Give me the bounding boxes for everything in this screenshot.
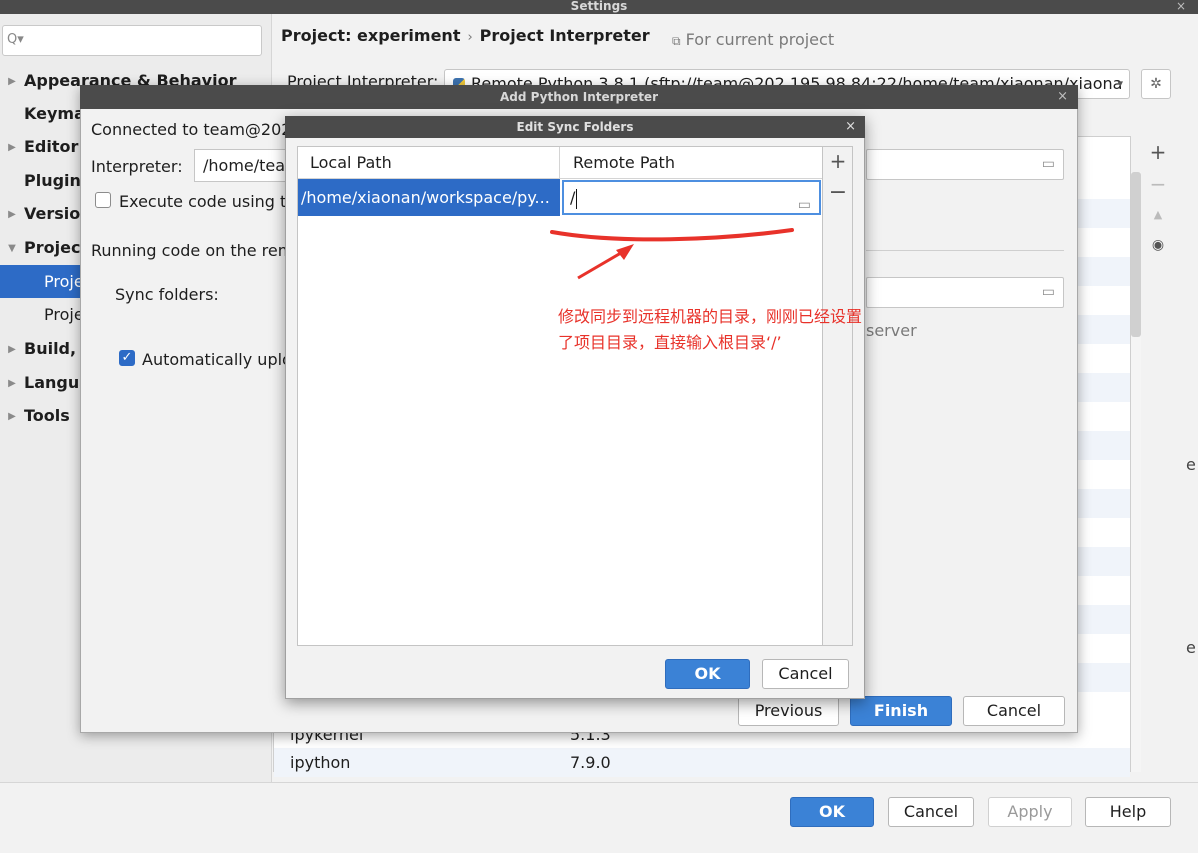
remove-icon[interactable]: −	[825, 180, 851, 205]
edit-sync-folders-titlebar: Edit Sync Folders ×	[285, 116, 865, 138]
sync-folders-field-end[interactable]: ▭	[866, 277, 1064, 308]
settings-help-button[interactable]: Help	[1085, 797, 1171, 827]
divider	[866, 250, 1064, 251]
settings-close-icon[interactable]: ×	[1176, 0, 1186, 13]
truncated-text: e	[1186, 638, 1196, 657]
annotation-marks	[550, 228, 794, 280]
chevron-right-icon: ▶	[8, 411, 16, 422]
interpreter-path-input[interactable]: /home/tea	[194, 149, 286, 182]
column-header-remote-path[interactable]: Remote Path	[560, 147, 822, 179]
settings-title: Settings	[570, 0, 628, 13]
settings-search-input[interactable]: Q▾	[2, 25, 262, 56]
settings-cancel-button[interactable]: Cancel	[888, 797, 974, 827]
breadcrumb: Project: experiment › Project Interpreter	[281, 26, 650, 45]
breadcrumb-project[interactable]: Project: experiment	[281, 26, 460, 45]
breadcrumb-separator: ›	[467, 30, 473, 45]
column-header-local-path[interactable]: Local Path	[298, 147, 560, 179]
sync-cancel-button[interactable]: Cancel	[762, 659, 849, 689]
annotation-underline	[550, 228, 794, 242]
remove-package-icon[interactable]: −	[1144, 172, 1172, 196]
settings-titlebar: Settings ×	[0, 0, 1198, 14]
connection-label: Connected to team@202	[91, 120, 292, 139]
search-icon: Q▾	[7, 32, 24, 47]
auto-upload-checkbox[interactable]: ✓	[119, 350, 135, 366]
upgrade-package-icon[interactable]: ▲	[1144, 208, 1172, 221]
package-scrollbar-thumb[interactable]	[1131, 172, 1141, 337]
package-name: ipython	[290, 753, 351, 772]
folder-icon[interactable]: ▭	[1042, 284, 1055, 300]
sync-ok-button[interactable]: OK	[665, 659, 750, 689]
package-version: 7.9.0	[570, 753, 611, 772]
settings-apply-button[interactable]: Apply	[988, 797, 1072, 827]
add-interpreter-cancel-button[interactable]: Cancel	[963, 696, 1065, 726]
add-icon[interactable]: +	[825, 149, 851, 173]
eye-icon[interactable]: ◉	[1144, 237, 1172, 253]
server-hint: server	[866, 321, 917, 340]
annotation-text: 修改同步到远程机器的目录，刚刚已经设置了项目目录，直接输入根目录‘/’	[558, 307, 863, 352]
package-toolbar: + − ▲ ◉	[1144, 136, 1172, 406]
sync-folders-label: Sync folders:	[115, 285, 219, 304]
running-code-label: Running code on the rem	[91, 241, 294, 260]
remote-path-value: /	[570, 188, 576, 207]
settings-footer: OK Cancel Apply Help	[0, 782, 1198, 853]
interpreter-label: Interpreter:	[91, 157, 183, 176]
folder-icon[interactable]: ▭	[1042, 156, 1055, 172]
remote-path-input[interactable]: / ▭	[562, 180, 821, 215]
add-interpreter-titlebar: Add Python Interpreter ×	[80, 85, 1078, 109]
chevron-down-icon: ▼	[8, 243, 16, 254]
folder-icon[interactable]: ▭	[798, 190, 811, 221]
chevron-down-icon: ▾	[1117, 77, 1123, 90]
chevron-right-icon: ▶	[8, 209, 16, 220]
add-interpreter-title: Add Python Interpreter	[500, 90, 658, 104]
add-package-icon[interactable]: +	[1144, 140, 1172, 164]
execute-sudo-checkbox[interactable]	[95, 192, 111, 208]
auto-upload-label: Automatically uplo	[142, 350, 292, 369]
chevron-right-icon: ▶	[8, 76, 16, 87]
local-path-cell[interactable]: /home/xiaonan/workspace/py...	[298, 179, 560, 216]
sidebar-item-label: Editor	[24, 137, 79, 156]
scope-indicator: ⧉ For current project	[672, 30, 834, 49]
annotation-arrowhead	[616, 244, 634, 260]
chevron-right-icon: ▶	[8, 344, 16, 355]
text-caret	[576, 188, 578, 209]
close-icon[interactable]: ×	[845, 116, 856, 138]
previous-button[interactable]: Previous	[738, 696, 839, 726]
copy-icon: ⧉	[672, 34, 681, 48]
annotation-arrow	[577, 248, 627, 280]
breadcrumb-page: Project Interpreter	[479, 26, 650, 45]
sidebar-item-label: Project	[24, 238, 89, 257]
gear-icon: ✲	[1150, 76, 1162, 92]
table-row[interactable]: ipython 7.9.0	[274, 748, 1130, 777]
interpreter-settings-button[interactable]: ✲	[1141, 69, 1171, 99]
execute-sudo-label: Execute code using th	[119, 192, 297, 211]
settings-ok-button[interactable]: OK	[790, 797, 874, 827]
sync-folders-toolbar	[823, 146, 853, 646]
chevron-right-icon: ▶	[8, 142, 16, 153]
interpreter-path-field-end[interactable]: ▭	[866, 149, 1064, 180]
scope-label: For current project	[685, 30, 835, 49]
finish-button[interactable]: Finish	[850, 696, 952, 726]
close-icon[interactable]: ×	[1057, 85, 1068, 109]
chevron-right-icon: ▶	[8, 378, 16, 389]
edit-sync-folders-title: Edit Sync Folders	[516, 120, 634, 134]
truncated-text: e	[1186, 455, 1196, 474]
sidebar-item-label: Tools	[24, 406, 70, 425]
